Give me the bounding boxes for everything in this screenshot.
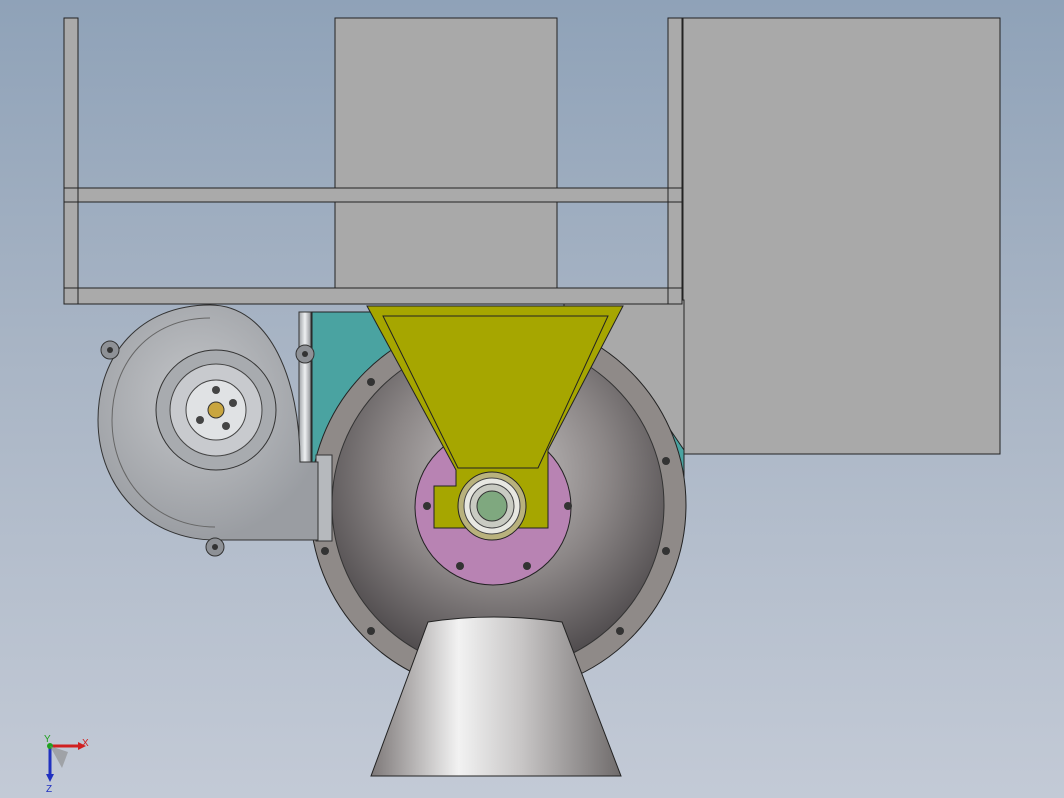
cad-model-view[interactable]: X Y Z	[0, 0, 1064, 798]
blower-pipe-vertical[interactable]	[298, 311, 312, 463]
frame-post-left[interactable]	[63, 17, 79, 305]
center-box[interactable]	[334, 17, 558, 291]
cad-viewport[interactable]: X Y Z	[0, 0, 1064, 798]
y-axis-label: Y	[44, 734, 51, 745]
axis-triad: X Y Z	[44, 734, 89, 795]
housing-box[interactable]	[682, 17, 1001, 455]
triad-plane	[50, 746, 68, 768]
z-arrow-head	[46, 774, 54, 782]
blower-shaft[interactable]	[207, 401, 225, 419]
shaft[interactable]	[476, 490, 508, 522]
frame-post-right[interactable]	[667, 17, 683, 305]
frame-rail-lower[interactable]	[63, 287, 683, 305]
z-axis-label: Z	[46, 784, 52, 795]
frame-rail-upper[interactable]	[63, 187, 683, 203]
x-axis-label: X	[82, 738, 89, 749]
